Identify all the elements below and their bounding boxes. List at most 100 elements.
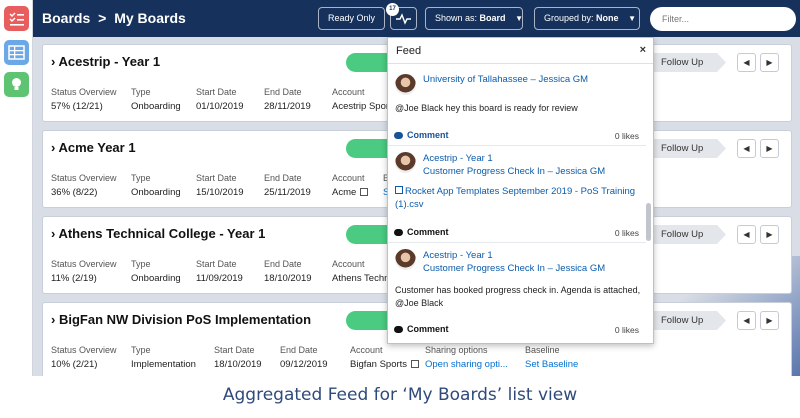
- account-value: Bigfan Sports: [350, 359, 408, 370]
- follow-up-button[interactable]: Follow Up: [651, 311, 726, 330]
- status-indicator: [346, 53, 390, 72]
- set-baseline-link[interactable]: Set Baseline: [525, 359, 578, 370]
- next-button[interactable]: ▶: [760, 225, 779, 244]
- comment-button[interactable]: Comment: [407, 130, 449, 140]
- type-label: Type: [131, 87, 151, 97]
- sharing-options-label: Sharing options: [425, 345, 488, 355]
- type-value: Onboarding: [131, 273, 181, 284]
- filter-input[interactable]: [650, 7, 796, 31]
- feed-board-link[interactable]: Acestrip - Year 1: [423, 153, 493, 164]
- baseline-label: Baseline: [525, 345, 560, 355]
- scrollbar-thumb[interactable]: [646, 203, 651, 241]
- board-title[interactable]: › Acestrip - Year 1: [51, 54, 160, 69]
- start-date-value: 11/09/2019: [196, 273, 243, 284]
- comment-button[interactable]: Comment: [407, 227, 449, 237]
- feed-separator: –: [544, 166, 556, 177]
- ready-only-button[interactable]: Ready Only: [318, 7, 386, 30]
- account-label: Account: [332, 173, 365, 183]
- shown-as-dropdown[interactable]: Shown as: Board ▼: [425, 7, 523, 30]
- start-date-value: 18/10/2019: [214, 359, 262, 370]
- feed-item-link[interactable]: Customer Progress Check In – Jessica GM: [423, 263, 605, 274]
- status-overview-label: Status Overview: [51, 87, 117, 97]
- feed-item-message: @Joe Black hey this board is ready for r…: [395, 103, 578, 113]
- next-button[interactable]: ▶: [760, 311, 779, 330]
- feed-author-name: Jessica GM: [555, 166, 606, 177]
- end-date-value: 09/12/2019: [280, 359, 328, 370]
- comment-button[interactable]: Comment: [407, 324, 449, 334]
- ideas-lightbulb-icon[interactable]: [4, 72, 29, 97]
- follow-up-button[interactable]: Follow Up: [651, 225, 726, 244]
- account-link[interactable]: Acme: [332, 187, 369, 198]
- board-title[interactable]: › Acme Year 1: [51, 140, 136, 155]
- follow-up-button[interactable]: Follow Up: [651, 139, 726, 158]
- previous-button[interactable]: ◀: [737, 311, 756, 330]
- shown-as-value: Board: [479, 13, 506, 23]
- avatar[interactable]: [395, 249, 416, 270]
- end-date-value: 18/10/2019: [264, 273, 312, 284]
- external-link-icon: [360, 188, 369, 196]
- account-label: Account: [332, 87, 365, 97]
- avatar[interactable]: [395, 74, 416, 95]
- account-label: Account: [350, 345, 383, 355]
- app-frame: Boards > My Boards Ready Only 17 Shown a…: [0, 0, 800, 376]
- status-indicator: [346, 311, 390, 330]
- external-link-icon: [411, 360, 420, 368]
- attachment-link[interactable]: Rocket App Templates September 2019 - Po…: [395, 185, 635, 211]
- feed-item-link[interactable]: University of Tallahassee – Jessica GM: [423, 74, 588, 85]
- breadcrumb-separator: >: [98, 10, 107, 26]
- feed-divider: [388, 242, 646, 243]
- top-bar: Boards > My Boards Ready Only 17 Shown a…: [33, 0, 800, 37]
- follow-up-label: Follow Up: [661, 143, 704, 154]
- start-date-value: 15/10/2019: [196, 187, 244, 198]
- end-date-label: End Date: [264, 259, 302, 269]
- status-overview-label: Status Overview: [51, 345, 117, 355]
- attachment-name-line1: Rocket App Templates September 2019 - Po…: [405, 186, 636, 197]
- left-rail: [0, 0, 33, 376]
- follow-up-label: Follow Up: [661, 229, 704, 240]
- external-link-icon: [395, 186, 403, 194]
- follow-up-button[interactable]: Follow Up: [651, 53, 726, 72]
- ready-only-label: Ready Only: [328, 13, 376, 23]
- start-date-label: Start Date: [196, 173, 237, 183]
- shown-as-label: Shown as:: [435, 13, 478, 23]
- chevron-down-icon: ▼: [628, 14, 636, 23]
- feed-subtitle: Customer Progress Check In: [423, 263, 545, 274]
- account-label: Account: [332, 259, 365, 269]
- previous-button[interactable]: ◀: [737, 139, 756, 158]
- caption: Aggregated Feed for ‘My Boards’ list vie…: [222, 385, 578, 405]
- board-title-text: Athens Technical College - Year 1: [58, 226, 266, 241]
- feed-author-name: Jessica GM: [555, 263, 606, 274]
- board-title[interactable]: › BigFan NW Division PoS Implementation: [51, 312, 311, 327]
- feed-title: Feed: [396, 45, 422, 57]
- status-indicator: [346, 139, 390, 158]
- likes-count: 0 likes: [614, 131, 639, 141]
- previous-button[interactable]: ◀: [737, 225, 756, 244]
- grouped-by-dropdown[interactable]: Grouped by: None ▼: [534, 7, 640, 30]
- end-date-value: 25/11/2019: [264, 187, 311, 198]
- boards-app-icon[interactable]: [4, 40, 29, 65]
- board-title-text: Acme Year 1: [58, 140, 136, 155]
- feed-subtitle: Customer Progress Check In: [423, 166, 545, 177]
- open-sharing-options-link[interactable]: Open sharing opti...: [425, 359, 508, 370]
- type-value: Onboarding: [131, 101, 181, 112]
- feed-board-link[interactable]: Acestrip - Year 1: [423, 250, 493, 261]
- feed-author-name: Jessica GM: [538, 74, 589, 85]
- feed-button[interactable]: 17: [386, 3, 417, 30]
- previous-button[interactable]: ◀: [737, 53, 756, 72]
- breadcrumb-root-link[interactable]: Boards: [42, 10, 90, 26]
- board-title[interactable]: › Athens Technical College - Year 1: [51, 226, 265, 241]
- next-button[interactable]: ▶: [760, 139, 779, 158]
- feed-count-badge: 17: [386, 3, 399, 16]
- feed-item-link[interactable]: Customer Progress Check In – Jessica GM: [423, 166, 605, 177]
- tasks-app-icon[interactable]: [4, 6, 29, 31]
- comment-icon: [394, 132, 403, 139]
- next-button[interactable]: ▶: [760, 53, 779, 72]
- comment-icon: [394, 229, 403, 236]
- chevron-down-icon: ▼: [515, 14, 523, 23]
- type-label: Type: [131, 259, 151, 269]
- close-icon[interactable]: ×: [640, 44, 646, 56]
- avatar[interactable]: [395, 152, 416, 173]
- start-date-value: 01/10/2019: [196, 101, 244, 112]
- feed-scrollbar[interactable]: [646, 65, 652, 343]
- account-link[interactable]: Bigfan Sports: [350, 359, 420, 370]
